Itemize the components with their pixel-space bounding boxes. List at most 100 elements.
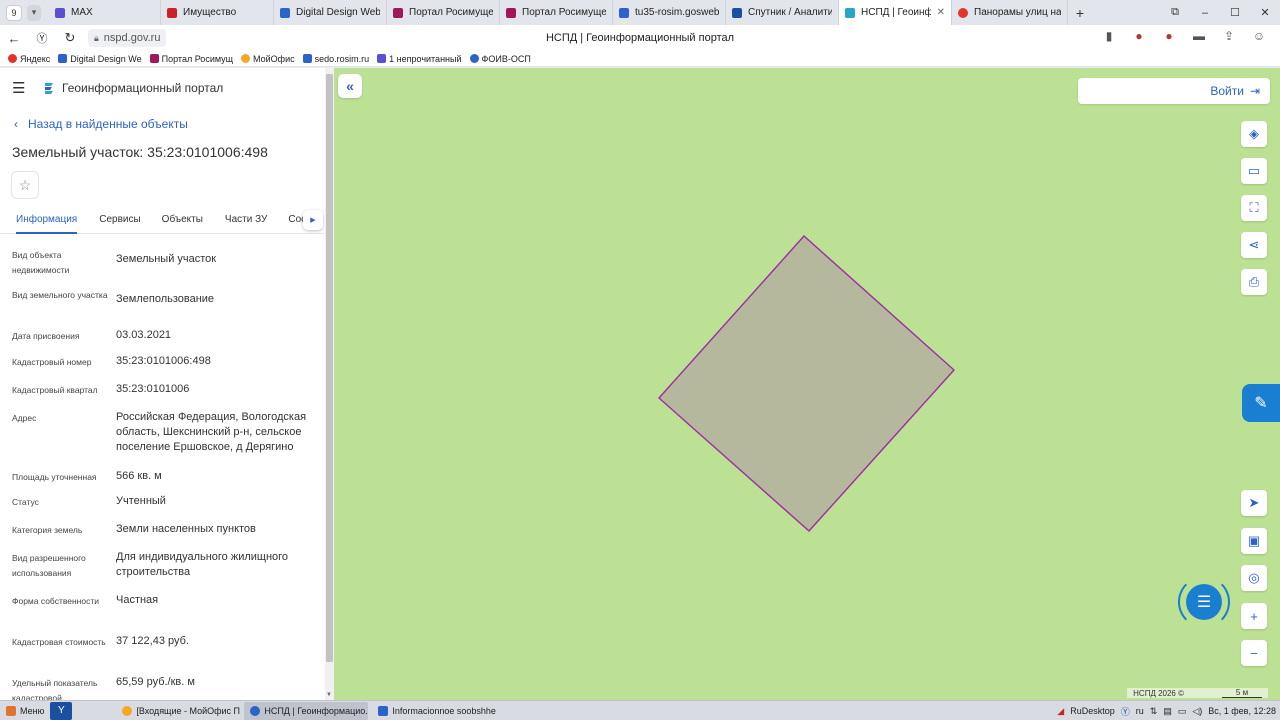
extension-icon-1[interactable]: ● bbox=[1124, 29, 1154, 43]
bookmark-moyofis[interactable]: МойОфис bbox=[241, 54, 295, 64]
taskbar-task-nspd[interactable]: НСПД | Геоинформацио... bbox=[244, 701, 369, 720]
extension-icon-2[interactable]: ● bbox=[1154, 29, 1184, 43]
attribute-label: Вид разрешенного использования bbox=[12, 553, 86, 578]
search-location-icon[interactable]: ◎ bbox=[1241, 565, 1267, 591]
new-tab-icon[interactable]: + bbox=[1068, 0, 1092, 25]
tab-max[interactable]: MAX bbox=[49, 0, 161, 25]
login-button[interactable]: Войти ⇥ bbox=[1078, 78, 1270, 104]
reload-icon[interactable]: ↻ bbox=[56, 30, 84, 46]
app-title: Геоинформационный портал bbox=[62, 81, 224, 95]
rosim-icon bbox=[149, 54, 159, 63]
locate-me-icon[interactable]: ➤ bbox=[1241, 490, 1267, 516]
bookmark-digital-design[interactable]: Digital Design We bbox=[58, 54, 142, 64]
moyofis-icon bbox=[241, 54, 251, 63]
show-desktop-icon[interactable] bbox=[72, 702, 112, 720]
tabs-scroll-right-icon[interactable]: ▶ bbox=[303, 210, 323, 230]
chat-icon[interactable]: ☰ bbox=[1186, 584, 1222, 620]
taskbar-task-document[interactable]: Informacionnoe soobshhe... bbox=[372, 702, 496, 720]
tab-list-chevron-icon[interactable]: ▾ bbox=[27, 4, 41, 21]
yandex-logo-icon[interactable]: Ⓨ bbox=[28, 30, 56, 46]
tab-panoramy[interactable]: Панорамы улиц на к bbox=[952, 0, 1068, 25]
tab-portal-rosim-1[interactable]: Портал Росимущест bbox=[387, 0, 500, 25]
scroll-down-icon[interactable]: ▼ bbox=[326, 692, 332, 698]
moyofis-icon bbox=[122, 705, 133, 716]
close-tab-icon[interactable]: ✕ bbox=[937, 7, 945, 18]
profile-icon[interactable]: ☺ bbox=[1244, 29, 1274, 43]
land-parcel-polygon[interactable] bbox=[658, 235, 955, 532]
address-bar-actions: ▮ ● ● ▬ ⇪ ☺ bbox=[1094, 29, 1274, 43]
bookmark-label: ФОИВ-ОСП bbox=[481, 53, 531, 64]
network-icon[interactable]: ⇅ bbox=[1150, 706, 1158, 717]
clock[interactable]: Вс, 1 фев, 12:28 bbox=[1208, 706, 1276, 716]
object-info-panel: ☰ Геоинформационный портал ‹ Назад в найд… bbox=[0, 68, 325, 700]
menu-icon[interactable]: ☰ bbox=[12, 79, 34, 97]
attribute-value: 65,59 руб./кв. м bbox=[116, 676, 195, 688]
start-menu-button[interactable]: Меню bbox=[0, 701, 50, 720]
os-taskbar: Меню Y [Входящие - МойОфис П... НСПД | Г… bbox=[0, 700, 1280, 720]
clipboard-icon[interactable]: ▤ bbox=[1163, 706, 1172, 717]
tab-nspd[interactable]: НСПД | Геоинфор ✕ bbox=[839, 0, 952, 25]
ruler-icon[interactable]: ▭ bbox=[1241, 158, 1267, 184]
close-window-icon[interactable]: ✕ bbox=[1250, 6, 1280, 19]
bookmark-sedo[interactable]: sedo.rosim.ru bbox=[302, 54, 369, 64]
favorite-star-icon[interactable]: ☆ bbox=[11, 171, 39, 199]
tab-count-badge[interactable]: 9 bbox=[6, 4, 22, 21]
minimize-icon[interactable]: – bbox=[1190, 7, 1220, 19]
tab-digital-design[interactable]: Digital Design Web C bbox=[274, 0, 387, 25]
bookmark-yandex[interactable]: Яндекс bbox=[8, 54, 50, 64]
tab-sputnik[interactable]: Спутник / Аналитик bbox=[726, 0, 839, 25]
taskbar-task-mail[interactable]: [Входящие - МойОфис П... bbox=[116, 702, 240, 720]
yandex-tray-icon[interactable]: Ⓨ bbox=[1121, 705, 1130, 718]
tab-imushchestvo[interactable]: Имущество bbox=[161, 0, 274, 25]
bookmark-icon[interactable]: ▮ bbox=[1094, 29, 1124, 43]
map-view[interactable]: « Войти ⇥ ◈ ▭ ⛶ ⋖ ⎙ ✎ ➤ ▣ ◎ + − ☰ НСПД 20… bbox=[334, 68, 1280, 700]
rosim-icon bbox=[393, 7, 403, 18]
emblem-icon bbox=[469, 54, 479, 63]
layers-icon[interactable]: ◈ bbox=[1241, 121, 1267, 147]
zoom-in-icon[interactable]: + bbox=[1241, 603, 1267, 629]
bookmark-portal-rosim[interactable]: Портал Росимущ bbox=[149, 54, 233, 64]
downloads-icon[interactable]: ▬ bbox=[1184, 29, 1214, 43]
volume-icon[interactable]: ◁) bbox=[1192, 706, 1202, 717]
minimap-icon[interactable]: ▣ bbox=[1241, 528, 1267, 554]
panel-tabs: Информация Сервисы Объекты Части ЗУ Сост… bbox=[0, 208, 325, 234]
restore-tabs-icon[interactable]: ⧉ bbox=[1160, 6, 1190, 19]
nspd-icon bbox=[845, 7, 855, 18]
attribute-label: Удельный показатель кадастровой bbox=[12, 678, 98, 700]
yandex-browser-icon[interactable]: Y bbox=[50, 701, 73, 720]
print-icon[interactable]: ⎙ bbox=[1241, 269, 1267, 295]
attribute-value: Земли населенных пунктов bbox=[116, 523, 256, 535]
gosweb-icon bbox=[619, 7, 629, 18]
tab-label: Имущество bbox=[183, 7, 237, 18]
attribute-value: 37 122,43 руб. bbox=[116, 635, 189, 647]
share-icon[interactable]: ⇪ bbox=[1214, 29, 1244, 43]
url-field[interactable]: 🔒︎ nspd.gov.ru bbox=[88, 29, 167, 47]
select-area-icon[interactable]: ⛶ bbox=[1241, 195, 1267, 221]
rudesktop-icon[interactable]: ◢ bbox=[1057, 706, 1064, 717]
maximize-icon[interactable]: ☐ bbox=[1220, 6, 1250, 19]
attribute-value: 35:23:0101006 bbox=[116, 383, 190, 395]
zoom-out-icon[interactable]: − bbox=[1241, 640, 1267, 666]
display-icon[interactable]: ▭ bbox=[1178, 706, 1187, 717]
tab-gosweb[interactable]: tu35-rosim.gosweb.g bbox=[613, 0, 726, 25]
tab-portal-rosim-2[interactable]: Портал Росимущест bbox=[500, 0, 613, 25]
feedback-icon[interactable]: ✎ bbox=[1242, 384, 1280, 422]
tab-information[interactable]: Информация bbox=[16, 208, 78, 234]
share-icon[interactable]: ⋖ bbox=[1241, 232, 1267, 258]
back-arrow-icon[interactable]: ← bbox=[0, 31, 28, 46]
back-to-results-link[interactable]: ‹ Назад в найденные объекты bbox=[14, 117, 188, 131]
bookmark-foiv[interactable]: ФОИВ-ОСП bbox=[469, 53, 531, 64]
tab-services[interactable]: Сервисы bbox=[99, 208, 140, 234]
tab-label: Панорамы улиц на к bbox=[974, 7, 1061, 18]
tab-label: Портал Росимущест bbox=[409, 7, 493, 18]
scrollbar-thumb[interactable] bbox=[326, 74, 333, 662]
digital-design-icon bbox=[58, 54, 68, 63]
browser-tab-bar: 9 ▾ MAX Имущество Digital Design Web C П… bbox=[0, 0, 1280, 25]
collapse-panel-icon[interactable]: « bbox=[338, 74, 362, 98]
bookmark-unread[interactable]: 1 непрочитанный bbox=[377, 54, 462, 64]
panel-scrollbar[interactable]: ▼ bbox=[325, 68, 334, 700]
tab-objects[interactable]: Объекты bbox=[162, 208, 203, 234]
scale-bar: 5 м bbox=[1222, 688, 1262, 698]
tab-parcel-parts[interactable]: Части ЗУ bbox=[225, 208, 267, 234]
keyboard-layout[interactable]: ru bbox=[1136, 706, 1144, 716]
